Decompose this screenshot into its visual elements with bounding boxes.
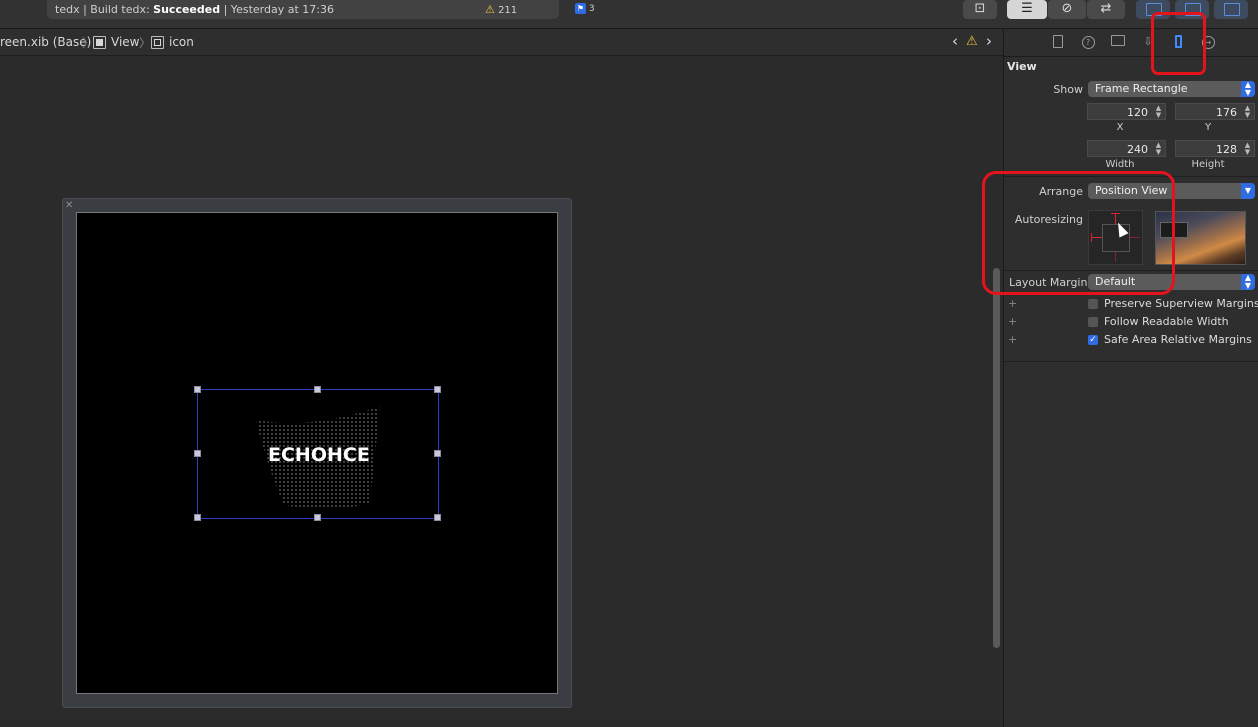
identity-inspector-tab[interactable] [1111, 35, 1125, 49]
divider [1004, 361, 1258, 362]
standard-editor-button[interactable]: ☰ [1007, 0, 1047, 19]
height-label: Height [1191, 159, 1225, 170]
file-inspector-tab[interactable] [1051, 35, 1065, 49]
view-icon [93, 36, 106, 49]
venn-icon: ⊘ [1061, 1, 1073, 16]
plus-icon[interactable]: + [1008, 315, 1017, 328]
align-left-icon: ☰ [1021, 1, 1033, 16]
checkbox-label: Safe Area Relative Margins [1104, 333, 1252, 346]
inspector-tabs: ? ⇩ → [1004, 29, 1258, 57]
stepper-icon[interactable]: ▲ ▼ [1243, 142, 1252, 157]
show-popup[interactable]: Frame Rectangle ▲ ▼ [1088, 81, 1255, 97]
inspector-panel: ? ⇩ → View Show Frame Rectangle ▲ ▼ 120 ▲… [1004, 29, 1258, 727]
swap-arrows-icon: ⇄ [1100, 1, 1112, 16]
resize-handle[interactable] [434, 386, 441, 393]
y-label: Y [1204, 122, 1212, 133]
root-view[interactable]: ECHOHCE [76, 212, 558, 694]
highlight-autoresizing [982, 171, 1175, 295]
x-label: X [1116, 122, 1124, 133]
up-down-arrows-icon: ▲ ▼ [1241, 81, 1255, 97]
x-field[interactable]: 120 ▲ ▼ [1087, 103, 1166, 120]
up-down-arrows-icon: ▲ ▼ [1241, 274, 1255, 290]
logo-text: ECHOHCE [268, 444, 370, 466]
section-title: View [1007, 60, 1037, 73]
help-inspector-tab[interactable]: ? [1081, 35, 1095, 49]
close-icon[interactable]: ✕ [65, 200, 73, 211]
stepper-icon[interactable]: ▲ ▼ [1154, 105, 1163, 120]
plus-icon[interactable]: + [1008, 297, 1017, 310]
warning-icon[interactable]: ⚠ [966, 34, 978, 49]
library-button[interactable]: ⊡ [963, 0, 997, 19]
chevron-right-icon[interactable]: › [986, 32, 992, 50]
selected-image-view[interactable]: ECHOHCE [194, 386, 441, 521]
width-label: Width [1105, 159, 1135, 170]
resize-handle[interactable] [194, 514, 201, 521]
build-status-text: tedx | Build tedx: Succeeded | Yesterday… [55, 3, 334, 16]
y-field[interactable]: 176 ▲ ▼ [1175, 103, 1255, 120]
right-panel-icon [1224, 3, 1240, 16]
checkbox-label: Follow Readable Width [1104, 315, 1229, 328]
id-card-icon [1111, 35, 1125, 46]
device-frame[interactable]: ✕ ECHOHCE [62, 198, 572, 708]
activity-viewer: tedx | Build tedx: Succeeded | Yesterday… [47, 0, 595, 19]
file-icon [1053, 35, 1063, 48]
flag-icon: ⚑ [575, 3, 586, 14]
stepper-icon[interactable]: ▲ ▼ [1243, 105, 1252, 120]
height-field[interactable]: 128 ▲ ▼ [1175, 140, 1255, 157]
canvas-scrollbar[interactable] [990, 56, 1003, 727]
resize-handle[interactable] [314, 514, 321, 521]
plus-icon[interactable]: + [1008, 333, 1017, 346]
follow-readable-width-checkbox[interactable] [1088, 317, 1098, 327]
chevron-left-icon[interactable]: ‹ [952, 32, 958, 50]
resize-handle[interactable] [194, 450, 201, 457]
stepper-icon[interactable]: ▲ ▼ [1154, 142, 1163, 157]
toolbar: tedx | Build tedx: Succeeded | Yesterday… [0, 0, 1258, 29]
question-icon: ? [1081, 36, 1095, 49]
warning-count[interactable]: ⚠ 211 [485, 3, 517, 16]
image-view-icon [151, 36, 164, 49]
show-label: Show [1053, 83, 1083, 96]
assistant-editor-button[interactable]: ⊘ [1048, 0, 1086, 19]
checkbox-label: Preserve Superview Margins [1104, 297, 1258, 310]
breadcrumb-file[interactable]: reen.xib (Base) [0, 35, 91, 49]
highlight-size-inspector [1151, 12, 1206, 75]
issue-count[interactable]: ⚑ 3 [575, 3, 595, 14]
chevron-down-icon: ▼ [1241, 183, 1255, 199]
scroll-thumb[interactable] [993, 268, 1000, 648]
toggle-inspector-button[interactable] [1214, 0, 1248, 19]
chevron-right-icon: 〉 [139, 36, 152, 50]
resize-handle[interactable] [434, 514, 441, 521]
jump-bar: reen.xib (Base) 〉 View 〉 icon ‹ ⚠ › [0, 29, 1003, 56]
preserve-superview-margins-checkbox[interactable] [1088, 299, 1098, 309]
resize-handle[interactable] [434, 450, 441, 457]
width-field[interactable]: 240 ▲ ▼ [1087, 140, 1166, 157]
resize-handle[interactable] [194, 386, 201, 393]
warning-icon: ⚠ [485, 3, 495, 16]
resize-handle[interactable] [314, 386, 321, 393]
circle-square-icon: ⊡ [974, 1, 986, 16]
safe-area-relative-margins-checkbox[interactable]: ✓ [1088, 335, 1098, 345]
version-editor-button[interactable]: ⇄ [1087, 0, 1125, 19]
breadcrumb-view[interactable]: View [111, 35, 139, 49]
breadcrumb-icon[interactable]: icon [169, 35, 194, 49]
